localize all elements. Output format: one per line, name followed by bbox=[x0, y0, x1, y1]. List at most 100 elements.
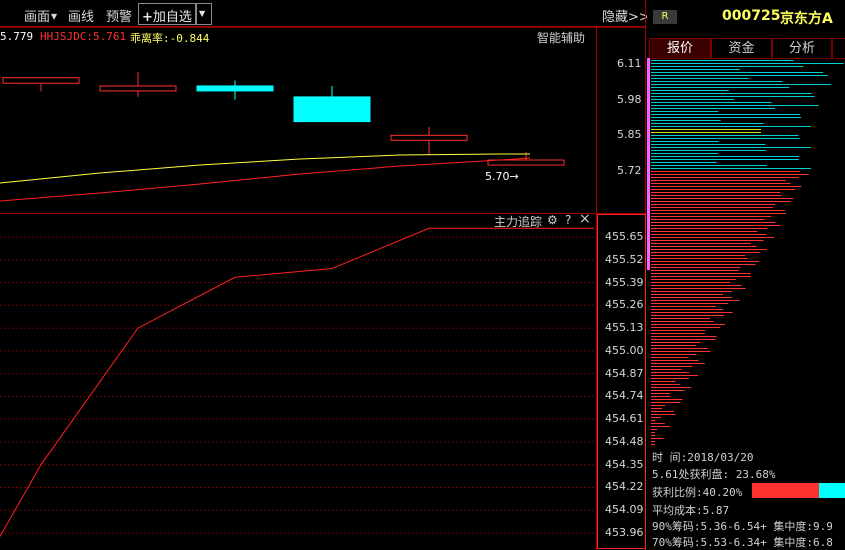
price-marker: 5.70→ bbox=[485, 170, 519, 183]
chip-bar bbox=[651, 78, 749, 79]
chip-bar bbox=[651, 129, 761, 130]
draw-menu-button[interactable]: 画面▼ bbox=[24, 6, 57, 25]
chip-bar bbox=[651, 411, 674, 412]
chip-bar bbox=[651, 378, 689, 379]
chip-bar bbox=[651, 369, 682, 370]
date-label: 时 间:2018/03/20 bbox=[652, 451, 754, 464]
chip-bar bbox=[651, 423, 665, 424]
add-to-watchlist-button[interactable]: +加自选 bbox=[138, 3, 197, 25]
plus-icon: + bbox=[142, 10, 153, 25]
chip-bar bbox=[651, 111, 719, 112]
chip-bar bbox=[651, 372, 690, 373]
chip-bar bbox=[651, 360, 699, 361]
chip-bar bbox=[651, 303, 729, 304]
chip-bar bbox=[651, 135, 799, 136]
chip70-label: 70%筹码:5.53-6.34+ 集中度:6.8 bbox=[652, 536, 833, 549]
chip-bar bbox=[651, 354, 697, 355]
chip-bar bbox=[651, 162, 717, 163]
chip-bar bbox=[651, 258, 748, 259]
chip-bar bbox=[651, 324, 725, 325]
chip-bar bbox=[651, 255, 746, 256]
chip-bar bbox=[651, 246, 757, 247]
chip-bar bbox=[651, 297, 733, 298]
profit-label: 5.61处获利盘: 23.68% bbox=[652, 468, 776, 481]
chip-bar bbox=[651, 126, 811, 127]
chip-bar bbox=[651, 393, 670, 394]
candle-body bbox=[487, 159, 565, 166]
chip-bar bbox=[651, 234, 767, 235]
chip-bar bbox=[651, 375, 699, 376]
ratio-bar bbox=[752, 483, 845, 498]
tab-analysis[interactable]: 分析 bbox=[772, 38, 832, 59]
tab-more[interactable] bbox=[832, 38, 845, 59]
chip-bar bbox=[651, 174, 809, 175]
chip-bar bbox=[651, 72, 824, 73]
chip-bar bbox=[651, 438, 664, 439]
sub-axis-tick: 454.09 bbox=[605, 503, 644, 517]
candle-body bbox=[99, 85, 177, 92]
sub-axis: 455.65 455.52 455.39 455.26 455.13 455.00 454.… bbox=[597, 214, 645, 550]
chip-bar bbox=[651, 330, 706, 331]
chip-bar bbox=[651, 75, 828, 76]
add-watchlist-dropdown[interactable]: ▼ bbox=[195, 3, 212, 25]
sub-axis-tick: 454.87 bbox=[605, 366, 644, 380]
chip-bar bbox=[651, 216, 772, 217]
chip-bar bbox=[651, 282, 731, 283]
chip-bar bbox=[651, 273, 751, 274]
chip-bar bbox=[651, 384, 680, 385]
chip-bar bbox=[651, 243, 752, 244]
chip-bar bbox=[651, 318, 711, 319]
chip-bar bbox=[651, 240, 764, 241]
chip-bar bbox=[651, 396, 671, 397]
alert-button[interactable]: 预警 bbox=[106, 6, 132, 25]
chip-bar bbox=[651, 183, 791, 184]
chip-bar bbox=[651, 114, 800, 115]
chip-bar bbox=[651, 192, 781, 193]
stock-name: 京东方A bbox=[780, 11, 833, 27]
chip-bar bbox=[651, 363, 705, 364]
chevron-down-icon: ▼ bbox=[51, 12, 58, 21]
chip-bar bbox=[651, 219, 765, 220]
chip90-label: 90%筹码:5.36-6.54+ 集中度:9.9 bbox=[652, 520, 833, 533]
stock-code: 000725 bbox=[722, 8, 781, 24]
chip-bar bbox=[651, 105, 819, 106]
sub-axis-tick: 454.48 bbox=[605, 434, 644, 448]
chip-bar bbox=[651, 132, 761, 133]
draw-line-button[interactable]: 画线 bbox=[68, 6, 94, 25]
chip-bar bbox=[651, 294, 723, 295]
sub-axis-tick: 455.26 bbox=[605, 298, 644, 312]
chip-bar bbox=[651, 267, 741, 268]
chip-bar bbox=[651, 279, 736, 280]
chip-bar bbox=[651, 312, 733, 313]
chip-bar bbox=[651, 300, 740, 301]
avg-cost-label: 平均成本:5.87 bbox=[652, 504, 730, 517]
chip-bar bbox=[651, 228, 768, 229]
chip-bar bbox=[651, 264, 756, 265]
chip-bar bbox=[651, 342, 701, 343]
chip-bar bbox=[651, 108, 776, 109]
chip-bar bbox=[651, 81, 783, 82]
chip-bar bbox=[651, 93, 812, 94]
main-force-line bbox=[0, 227, 594, 537]
tab-quote[interactable]: 报价 bbox=[649, 38, 711, 59]
candle-body bbox=[196, 85, 274, 92]
chip-bar bbox=[651, 123, 764, 124]
chip-bar bbox=[651, 117, 802, 118]
chip-bar bbox=[651, 381, 676, 382]
chip-bar bbox=[651, 333, 705, 334]
sub-axis-tick: 455.13 bbox=[605, 321, 644, 335]
chip-bar bbox=[651, 159, 799, 160]
chip-distribution-chart bbox=[647, 58, 844, 445]
tab-funds[interactable]: 资金 bbox=[711, 38, 772, 59]
chip-bar bbox=[651, 150, 766, 151]
hide-panel-button[interactable]: 隐藏>> bbox=[602, 6, 650, 25]
chip-bar bbox=[651, 90, 729, 91]
sub-axis-tick: 453.96 bbox=[605, 526, 644, 539]
chip-bar bbox=[651, 414, 676, 415]
chip-bar bbox=[651, 138, 800, 139]
chip-bar bbox=[651, 399, 683, 400]
main-force-chart bbox=[0, 227, 594, 537]
chip-bar bbox=[651, 84, 832, 85]
chip-bar bbox=[651, 201, 791, 202]
chip-bar bbox=[651, 222, 776, 223]
